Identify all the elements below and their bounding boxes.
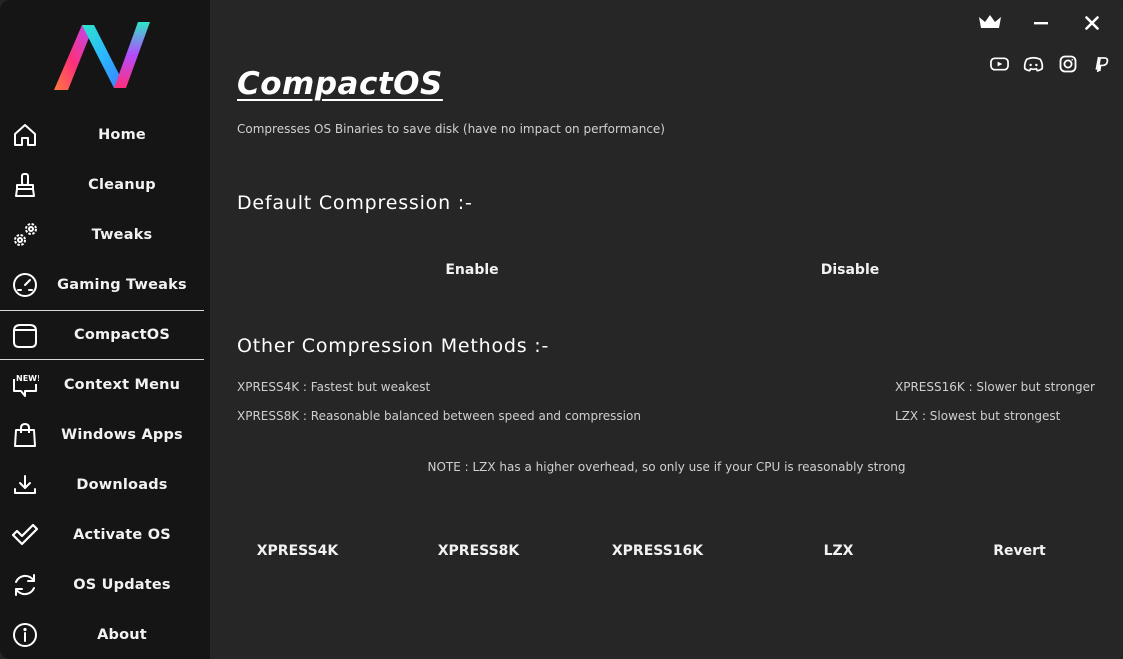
main-panel: CompactOS Compresses OS Binaries to save… — [210, 0, 1123, 659]
sidebar-nav: Home Cleanup Tweaks Gaming Tweaks Compac… — [0, 110, 210, 659]
enable-button[interactable]: Enable — [410, 262, 534, 278]
sidebar-item-label: Tweaks — [91, 227, 153, 243]
sidebar-item-label: Home — [98, 127, 146, 143]
sidebar-item-gaming-tweaks[interactable]: Gaming Tweaks — [0, 260, 204, 310]
new-badge: NEW! — [16, 374, 39, 383]
broom-icon — [10, 171, 40, 199]
premium-crown-button[interactable] — [975, 12, 1005, 36]
instagram-button[interactable] — [1057, 55, 1079, 77]
instagram-icon — [1059, 55, 1077, 77]
sidebar-item-label: About — [97, 627, 147, 643]
sidebar: Home Cleanup Tweaks Gaming Tweaks Compac… — [0, 0, 210, 659]
download-icon — [10, 471, 40, 499]
revert-button[interactable]: Revert — [962, 543, 1077, 559]
sidebar-item-label: OS Updates — [73, 577, 171, 593]
other-methods-heading: Other Compression Methods :- — [237, 335, 550, 357]
disable-button[interactable]: Disable — [788, 262, 912, 278]
xpress16k-button[interactable]: XPRESS16K — [600, 543, 715, 559]
minimize-button[interactable] — [1026, 12, 1056, 36]
sidebar-item-os-updates[interactable]: OS Updates — [0, 560, 204, 610]
sidebar-item-cleanup[interactable]: Cleanup — [0, 160, 204, 210]
sidebar-item-activate-os[interactable]: Activate OS — [0, 510, 204, 560]
paypal-icon — [1094, 56, 1109, 77]
youtube-button[interactable] — [988, 56, 1010, 76]
home-icon — [10, 121, 40, 149]
crown-icon — [977, 12, 1003, 36]
close-icon — [1085, 15, 1099, 34]
gears-icon — [10, 221, 40, 249]
compact-icon — [10, 322, 40, 350]
sidebar-item-label: Downloads — [76, 477, 168, 493]
paypal-button[interactable] — [1090, 56, 1112, 76]
lzx-button[interactable]: LZX — [781, 543, 896, 559]
youtube-icon — [989, 56, 1009, 76]
page-description: Compresses OS Binaries to save disk (hav… — [237, 122, 665, 136]
xpress8k-description: XPRESS8K : Reasonable balanced between s… — [237, 409, 641, 423]
xpress16k-description: XPRESS16K : Slower but stronger — [895, 380, 1095, 394]
sidebar-item-tweaks[interactable]: Tweaks — [0, 210, 204, 260]
sidebar-item-label: Activate OS — [73, 527, 171, 543]
sidebar-item-label: Context Menu — [63, 377, 181, 393]
minimize-icon — [1034, 15, 1048, 34]
xpress4k-button[interactable]: XPRESS4K — [240, 543, 355, 559]
sidebar-item-windows-apps[interactable]: Windows Apps — [0, 410, 204, 460]
default-compression-heading: Default Compression :- — [237, 192, 473, 214]
sidebar-item-context-menu[interactable]: NEW! Context Menu — [0, 360, 204, 410]
xpress4k-description: XPRESS4K : Fastest but weakest — [237, 380, 431, 394]
sidebar-item-downloads[interactable]: Downloads — [0, 460, 204, 510]
info-icon — [10, 621, 40, 649]
sidebar-item-compactos[interactable]: CompactOS — [0, 310, 204, 360]
discord-icon — [1023, 56, 1044, 76]
xpress8k-button[interactable]: XPRESS8K — [421, 543, 536, 559]
app-window: Home Cleanup Tweaks Gaming Tweaks Compac… — [0, 0, 1123, 659]
chat-new-icon: NEW! — [10, 371, 40, 399]
app-logo — [52, 20, 152, 95]
lzx-note: NOTE : LZX has a higher overhead, so onl… — [427, 460, 906, 474]
discord-button[interactable] — [1022, 56, 1044, 76]
bag-icon — [10, 421, 40, 449]
close-button[interactable] — [1077, 12, 1107, 36]
speedometer-icon — [10, 271, 40, 299]
sidebar-item-label: Cleanup — [88, 177, 156, 193]
sidebar-item-label: CompactOS — [74, 327, 170, 343]
sidebar-item-label: Windows Apps — [61, 427, 183, 443]
sidebar-item-label: Gaming Tweaks — [57, 277, 187, 293]
lzx-description: LZX : Slowest but strongest — [895, 409, 1061, 423]
page-title: CompactOS — [237, 66, 443, 102]
refresh-icon — [10, 571, 40, 599]
sidebar-item-about[interactable]: About — [0, 610, 204, 659]
sidebar-item-home[interactable]: Home — [0, 110, 204, 160]
check-icon — [10, 521, 40, 549]
